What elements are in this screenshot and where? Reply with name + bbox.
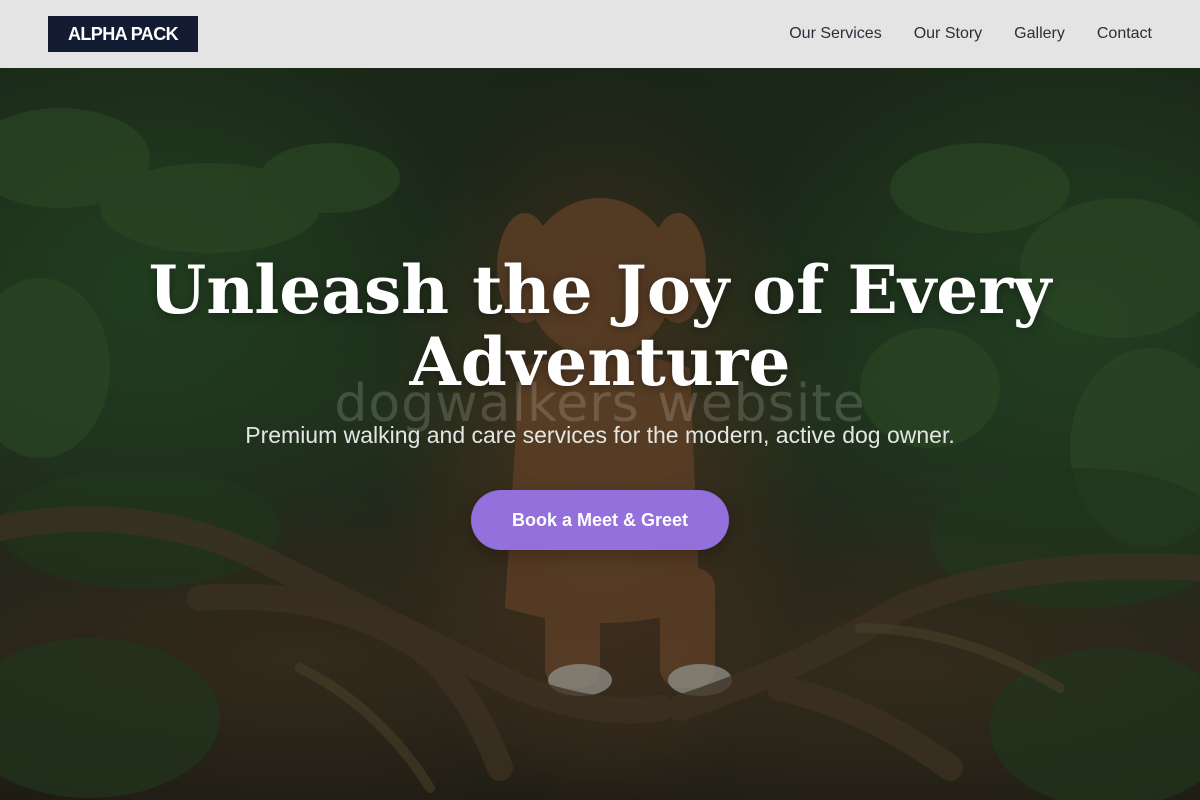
main-nav: Our Services Our Story Gallery Contact [757,25,1152,43]
hero-subtitle: Premium walking and care services for th… [245,422,955,448]
nav-link-our-story[interactable]: Our Story [914,25,982,43]
site-header: ALPHA PACK Our Services Our Story Galler… [0,0,1200,68]
book-meet-greet-button[interactable]: Book a Meet & Greet [471,490,729,550]
nav-link-contact[interactable]: Contact [1097,25,1152,43]
hero-section: dogwalkers website Unleash the Joy of Ev… [0,68,1200,800]
hero-content: dogwalkers website Unleash the Joy of Ev… [0,68,1200,800]
hero-title: Unleash the Joy of Every Adventure [148,251,1052,401]
logo[interactable]: ALPHA PACK [48,16,198,52]
nav-link-gallery[interactable]: Gallery [1014,25,1065,43]
nav-link-our-services[interactable]: Our Services [789,25,881,43]
